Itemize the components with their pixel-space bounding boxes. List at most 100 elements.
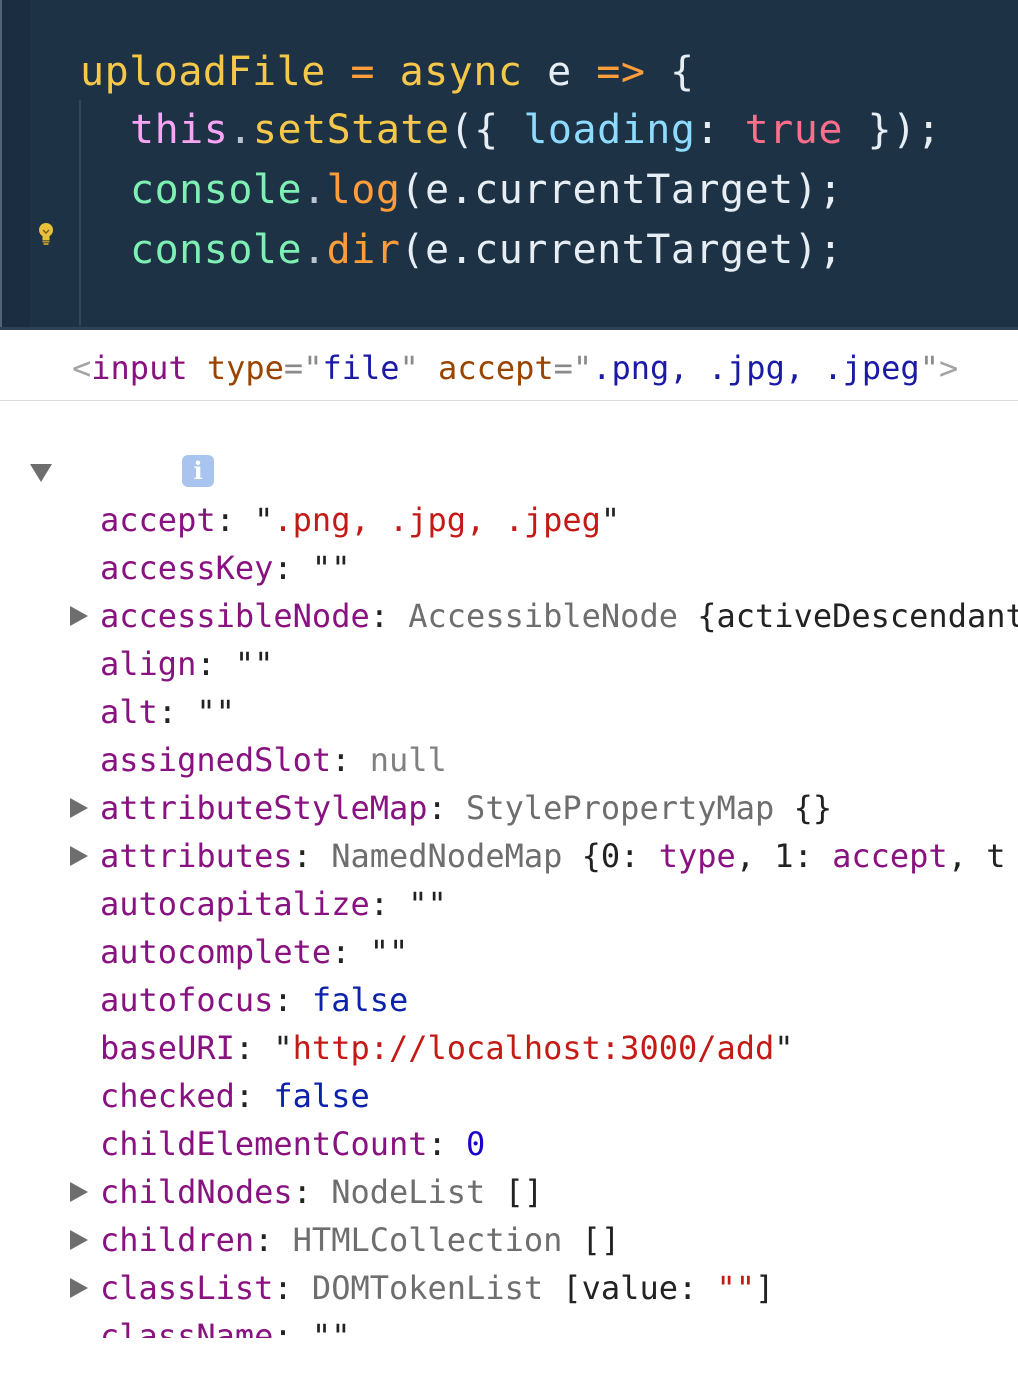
property-colon: : [427, 1125, 467, 1163]
attr-quote: " [399, 349, 419, 387]
property-row[interactable]: childNodes: NodeList [] [0, 1168, 1018, 1216]
property-colon: : [331, 933, 370, 971]
argument: e.currentTarget [425, 227, 794, 273]
property-entry[interactable]: autofocus: false [100, 976, 408, 1024]
quote: " [427, 885, 447, 923]
property-colon: : [273, 981, 312, 1019]
property-row[interactable]: autocapitalize: "" [0, 880, 1018, 928]
property-key: classList [100, 1269, 274, 1307]
property-entry[interactable]: assignedSlot: null [100, 736, 447, 784]
expand-arrow-icon[interactable] [70, 1230, 88, 1250]
property-colon: : [331, 741, 370, 779]
property-row[interactable]: accessibleNode: AccessibleNode {activeDe… [0, 592, 1018, 640]
property-row[interactable]: attributes: NamedNodeMap {0: type, 1: ac… [0, 832, 1018, 880]
property-row[interactable]: autocomplete: "" [0, 928, 1018, 976]
property-key: childElementCount [100, 1125, 428, 1163]
property-row[interactable]: baseURI: "http://localhost:3000/add" [0, 1024, 1018, 1072]
preview-string: "" [716, 1269, 756, 1307]
dot: . [302, 167, 327, 213]
element-preview[interactable]: <input type="file" accept=".png, .jpg, .… [72, 348, 958, 388]
preview-part: , 1: [735, 837, 833, 875]
paren-close: ); [793, 167, 843, 213]
property-entry[interactable]: autocomplete: "" [100, 928, 408, 976]
property-row[interactable]: className: "" [0, 1312, 1018, 1338]
paren-close: ); [793, 227, 843, 273]
property-colon: : [196, 645, 235, 683]
expand-arrow-icon[interactable] [70, 1278, 88, 1298]
property-class-name: DOMTokenList [311, 1269, 544, 1307]
attr-quote: " [919, 349, 939, 387]
property-row[interactable]: attributeStyleMap: StylePropertyMap {} [0, 784, 1018, 832]
collapse-arrow-icon[interactable] [30, 464, 52, 482]
preview-key: type [658, 837, 736, 875]
property-entry[interactable]: baseURI: "http://localhost:3000/add" [100, 1024, 794, 1072]
property-key: className [100, 1317, 274, 1338]
boolean-value: true [744, 107, 843, 153]
property-entry[interactable]: accessibleNode: AccessibleNode {activeDe… [100, 592, 1018, 640]
expand-arrow-icon[interactable] [70, 798, 88, 818]
colon: : [695, 107, 745, 153]
property-row[interactable]: accessKey: "" [0, 544, 1018, 592]
property-row[interactable]: accept: ".png, .jpg, .jpeg" [0, 496, 1018, 544]
console-object: console [130, 167, 303, 213]
property-preview: [] [504, 1173, 544, 1211]
property-row[interactable]: children: HTMLCollection [] [0, 1216, 1018, 1264]
property-row[interactable]: align: "" [0, 640, 1018, 688]
assign-operator: = [325, 49, 400, 95]
tag-open-bracket: < [72, 349, 92, 387]
quote: " [600, 501, 621, 539]
attr-equals: =" [283, 349, 323, 387]
expand-arrow-icon[interactable] [70, 606, 88, 626]
console-dir-object-tree[interactable]: input i accept: ".png, .jpg, .jpeg"acces… [0, 448, 1018, 1338]
property-preview: [value: ""] [562, 1269, 774, 1307]
expand-arrow-icon[interactable] [70, 846, 88, 866]
property-entry[interactable]: align: "" [100, 640, 273, 688]
property-entry[interactable]: accept: ".png, .jpg, .jpeg" [100, 496, 620, 544]
quote: " [774, 1029, 794, 1067]
quote: " [273, 1029, 293, 1067]
quote: " [234, 645, 255, 683]
property-entry[interactable]: attributes: NamedNodeMap {0: type, 1: ac… [100, 832, 1005, 880]
property-entry[interactable]: children: HTMLCollection [] [100, 1216, 620, 1264]
attr-name: accept [438, 349, 554, 387]
code-editor-panel[interactable]: uploadFile = async e => { this.setState(… [0, 0, 1018, 330]
property-entry[interactable]: alt: "" [100, 688, 235, 736]
property-colon: : [369, 597, 409, 635]
property-number-value: 0 [466, 1125, 486, 1163]
arrow-operator: => [596, 49, 646, 95]
property-colon: : [215, 501, 255, 539]
expand-arrow-icon[interactable] [70, 1182, 88, 1202]
tree-root-row[interactable]: input i [0, 448, 1018, 496]
property-row[interactable]: autofocus: false [0, 976, 1018, 1024]
property-colon: : [157, 693, 197, 731]
property-row[interactable]: assignedSlot: null [0, 736, 1018, 784]
property-entry[interactable]: className: "" [100, 1312, 350, 1338]
property-row[interactable]: childElementCount: 0 [0, 1120, 1018, 1168]
method-name: log [326, 167, 401, 213]
property-row[interactable]: alt: "" [0, 688, 1018, 736]
property-key: attributes [100, 837, 293, 875]
property-entry[interactable]: attributeStyleMap: StylePropertyMap {} [100, 784, 832, 832]
console-log-element-row[interactable]: <input type="file" accept=".png, .jpg, .… [0, 336, 1018, 401]
property-entry[interactable]: childNodes: NodeList [] [100, 1168, 543, 1216]
property-row[interactable]: classList: DOMTokenList [value: ""] [0, 1264, 1018, 1312]
code-line-1: uploadFile = async e => { [80, 44, 695, 100]
property-key: autofocus [100, 981, 274, 1019]
indent-guide [79, 100, 81, 326]
info-icon[interactable]: i [182, 455, 214, 487]
lightbulb-icon[interactable] [37, 222, 55, 246]
property-entry[interactable]: accessKey: "" [100, 544, 350, 592]
property-entry[interactable]: classList: DOMTokenList [value: ""] [100, 1264, 774, 1312]
property-entry[interactable]: autocapitalize: "" [100, 880, 447, 928]
property-colon: : [273, 1317, 312, 1338]
property-entry[interactable]: checked: false [100, 1072, 370, 1120]
quote: " [215, 693, 235, 731]
code-line-2: this.setState({ loading: true }); [130, 102, 941, 158]
property-entry[interactable]: childElementCount: 0 [100, 1120, 485, 1168]
quote: " [331, 1317, 351, 1338]
property-row[interactable]: checked: false [0, 1072, 1018, 1120]
editor-bottom-edge [0, 327, 1018, 330]
